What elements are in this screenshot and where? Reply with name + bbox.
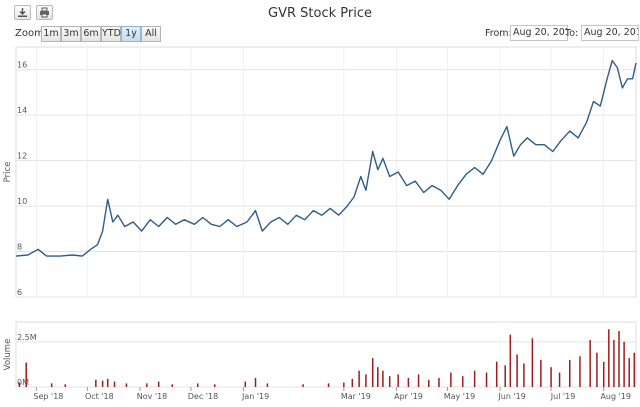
volume-bar <box>485 372 488 387</box>
volume-bar <box>377 367 379 387</box>
volume-bar <box>504 365 506 387</box>
volume-bar <box>157 381 160 387</box>
volume-bar <box>213 384 216 387</box>
stock-chart[interactable]: 68101214160M2.5MPriceVolumeSep '18 Oct '1… <box>0 0 640 407</box>
volume-bar <box>358 370 360 387</box>
price-line <box>15 59 637 257</box>
volume-bar <box>197 383 199 387</box>
volume-bar <box>602 361 605 387</box>
volume-bar <box>146 383 148 387</box>
price-axis-title: Price <box>3 162 13 183</box>
volume-bar <box>523 363 525 387</box>
x-tick-label: Jun '19 <box>497 392 525 401</box>
volume-bar <box>417 374 420 387</box>
volume-bar <box>461 376 464 387</box>
volume-bar <box>244 381 247 387</box>
x-tick-label: Aug '19 <box>600 392 631 401</box>
volume-bar <box>327 383 330 387</box>
volume-bar <box>589 340 591 387</box>
x-tick-label: Oct '18 <box>85 392 114 401</box>
volume-bar <box>438 377 440 387</box>
volume-bar <box>113 381 116 387</box>
volume-bar <box>450 372 452 387</box>
volume-bar <box>18 382 21 387</box>
volume-bar <box>540 359 542 387</box>
volume-bar <box>25 362 27 387</box>
volume-bar <box>171 384 174 387</box>
volume-bar <box>569 359 571 387</box>
volume-bar <box>125 383 128 387</box>
x-tick-label: Sep '18 <box>33 392 63 401</box>
volume-tick-label: 2.5M <box>17 333 37 342</box>
volume-bar <box>371 358 374 387</box>
volume-bar <box>365 374 367 387</box>
price-tick-label: 10 <box>17 197 27 206</box>
volume-bar <box>266 383 269 387</box>
volume-bar <box>579 356 581 387</box>
x-tick-label: Dec '18 <box>188 392 218 401</box>
volume-bar <box>343 382 345 387</box>
x-tick-label: Mar '19 <box>341 392 371 401</box>
volume-bar <box>397 374 399 387</box>
volume-bar <box>596 352 598 387</box>
volume-bar <box>302 384 304 387</box>
volume-bar <box>95 379 97 387</box>
price-tick-label: 14 <box>17 106 27 115</box>
volume-bar <box>509 334 512 387</box>
volume-bar <box>495 361 498 387</box>
volume-bar <box>618 331 620 387</box>
volume-bar <box>608 329 610 387</box>
volume-bar <box>531 338 534 387</box>
price-panel <box>15 46 637 298</box>
x-tick-label: May '19 <box>444 392 475 401</box>
volume-bar <box>628 358 630 387</box>
x-tick-label: Jul '19 <box>550 392 576 401</box>
volume-bar <box>50 383 53 387</box>
volume-bar <box>613 340 615 387</box>
volume-bar <box>428 379 430 387</box>
price-tick-label: 16 <box>17 61 27 70</box>
x-tick-label: Jan '19 <box>241 392 269 401</box>
volume-bar <box>516 354 518 387</box>
x-tick-label: Nov '18 <box>137 392 168 401</box>
volume-bar <box>550 367 552 387</box>
volume-bar <box>407 377 410 387</box>
volume-bar <box>623 341 625 387</box>
volume-bar <box>101 380 104 387</box>
volume-bar <box>254 377 257 387</box>
volume-bar <box>473 370 476 387</box>
volume-bar <box>388 376 391 387</box>
volume-bar <box>558 372 561 387</box>
price-tick-label: 8 <box>17 243 22 252</box>
volume-bar <box>633 352 636 387</box>
volume-bar <box>382 370 384 387</box>
volume-bar <box>64 384 67 387</box>
volume-axis-title: Volume <box>3 339 13 371</box>
volume-panel <box>15 321 637 388</box>
x-tick-label: Apr '19 <box>394 392 423 401</box>
volume-bar <box>351 378 354 387</box>
volume-bar <box>106 378 109 387</box>
price-tick-label: 6 <box>17 288 22 297</box>
price-tick-label: 12 <box>17 152 27 161</box>
